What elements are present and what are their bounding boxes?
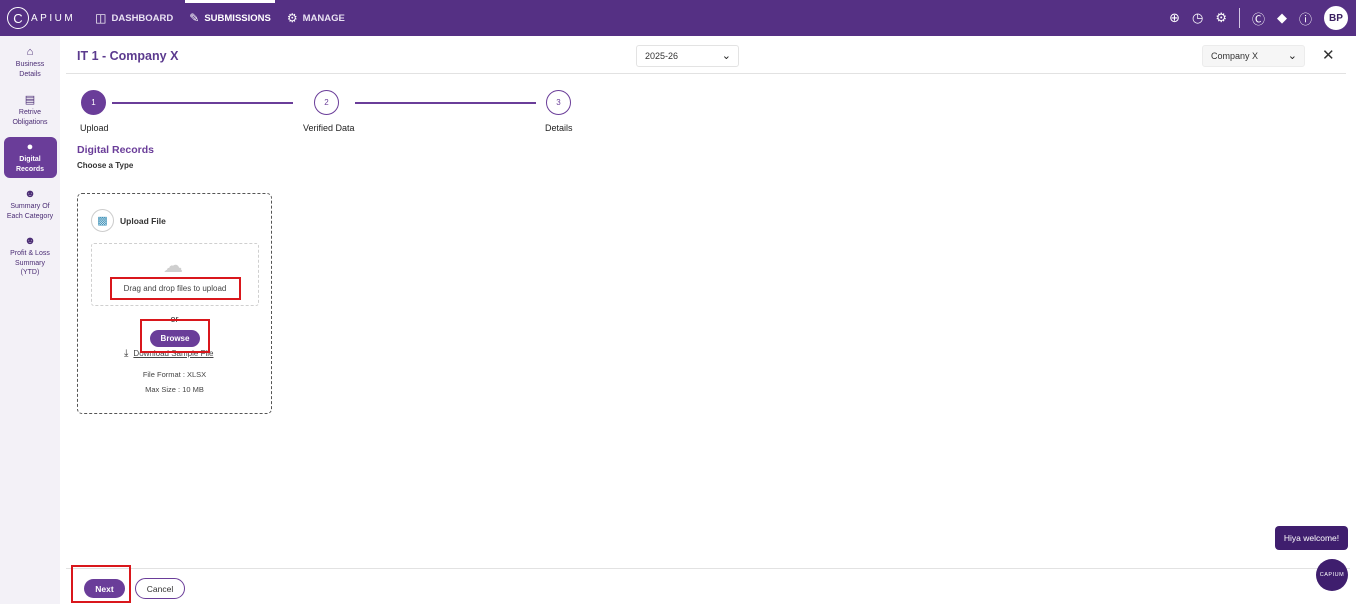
tax-year-select[interactable]: 2025-26 ⌄ (636, 45, 739, 67)
sidebar-item-label: Profit & Loss Summary (YTD) (10, 250, 50, 276)
close-icon[interactable]: ✕ (1322, 46, 1335, 64)
capium-app-icon[interactable]: Ⓒ (1252, 9, 1265, 28)
company-select[interactable]: Company X ⌄ (1202, 45, 1305, 67)
sidebar-item-retrive-obligations[interactable]: ▤ Retrive Obligations (4, 89, 57, 131)
nav-manage-label: MANAGE (302, 12, 345, 24)
max-size-info: Max Size : 10 MB (145, 385, 204, 394)
step-1-label: Upload (80, 123, 109, 133)
highlight-box-browse (140, 319, 210, 353)
sidebar-item-label: Summary Of Each Category (6, 203, 54, 220)
microphone-icon: ● (26, 141, 34, 153)
main-content: IT 1 - Company X 2025-26 ⌄ Company X ⌄ ✕… (66, 36, 1356, 604)
tax-year-value: 2025-26 (645, 51, 679, 61)
main-nav: ◫ DASHBOARD ✎ SUBMISSIONS ⚙ MANAGE (87, 0, 353, 36)
page-title: IT 1 - Company X (77, 49, 179, 63)
home-icon: ⌂ (26, 46, 34, 58)
download-icon: ⤓ (124, 348, 129, 359)
manage-users-icon: ⚙ (286, 11, 298, 25)
chevron-down-icon: ⌄ (721, 50, 731, 62)
upload-file-card[interactable]: ▩ Upload File ☁ Drag and drop files to u… (77, 193, 272, 414)
toolbar-divider (1238, 8, 1240, 28)
highlight-box-next (71, 565, 131, 603)
nav-dashboard-label: DASHBOARD (111, 12, 174, 24)
step-1-circle[interactable]: 1 (81, 90, 106, 115)
highlight-box-dropzone (110, 277, 241, 300)
upload-card-header: ▩ Upload File (91, 209, 166, 232)
section-title: Digital Records (77, 144, 155, 156)
footer-actions: Next Cancel (66, 568, 1350, 604)
step-3-label: Details (545, 123, 573, 133)
sidebar-item-label: Business Details (15, 61, 45, 78)
top-navigation-bar: C APIUM ◫ DASHBOARD ✎ SUBMISSIONS ⚙ MANA… (0, 0, 1356, 36)
chevron-down-icon: ⌄ (1287, 50, 1297, 62)
cloud-upload-icon: ☁ (163, 255, 183, 277)
left-sidebar: ⌂ Business Details ▤ Retrive Obligations… (0, 36, 60, 604)
step-2-circle[interactable]: 2 (314, 90, 339, 115)
top-right-toolbar: ⊕ ◷ ⚙ Ⓒ ◆ ⓘ BP (1169, 0, 1348, 36)
help-icon[interactable]: ⓘ (1299, 9, 1312, 28)
add-circle-icon[interactable]: ⊕ (1169, 10, 1180, 26)
page-header: IT 1 - Company X 2025-26 ⌄ Company X ⌄ ✕ (66, 36, 1346, 74)
dashboard-icon: ◫ (95, 11, 107, 25)
capium-logo[interactable]: C APIUM (7, 7, 75, 29)
chat-welcome-bubble[interactable]: Hiya welcome! (1275, 526, 1348, 550)
sidebar-item-summary-of-each-category[interactable]: ☻ Summary Of Each Category (4, 184, 57, 225)
cancel-button[interactable]: Cancel (135, 578, 185, 599)
nav-dashboard[interactable]: ◫ DASHBOARD (87, 0, 181, 36)
people-icon: ☻ (24, 188, 36, 200)
company-value: Company X (1211, 51, 1259, 61)
section-subtitle: Choose a Type (77, 161, 134, 170)
chat-launcher-button[interactable]: CAPIUM (1316, 559, 1348, 591)
nav-submissions[interactable]: ✎ SUBMISSIONS (181, 0, 279, 36)
sidebar-item-label: Retrive Obligations (12, 109, 48, 126)
step-connector (355, 102, 536, 104)
step-3-circle[interactable]: 3 (546, 90, 571, 115)
settings-gear-icon[interactable]: ⚙ (1215, 10, 1227, 26)
people-icon: ☻ (24, 235, 36, 247)
sidebar-item-business-details[interactable]: ⌂ Business Details (4, 42, 57, 83)
nav-manage[interactable]: ⚙ MANAGE (279, 0, 353, 36)
sidebar-item-label: Digital Records (15, 156, 44, 173)
pencil-icon: ✎ (189, 11, 200, 25)
sidebar-item-digital-records[interactable]: ● Digital Records (3, 137, 57, 178)
user-avatar[interactable]: BP (1324, 6, 1348, 30)
logo-text: APIUM (31, 12, 76, 24)
upload-file-icon: ▩ (91, 209, 114, 232)
step-connector (112, 102, 293, 104)
sidebar-item-profit-loss-summary[interactable]: ☻ Profit & Loss Summary (YTD) (4, 231, 57, 282)
logo-mark: C (7, 7, 29, 29)
document-icon: ▤ (24, 94, 36, 106)
clock-icon[interactable]: ◷ (1192, 10, 1203, 26)
step-2-label: Verified Data (303, 123, 355, 133)
file-format-info: File Format : XLSX (142, 370, 207, 379)
nav-submissions-label: SUBMISSIONS (204, 12, 271, 24)
diamond-icon[interactable]: ◆ (1277, 10, 1287, 26)
upload-card-title: Upload File (120, 215, 166, 226)
